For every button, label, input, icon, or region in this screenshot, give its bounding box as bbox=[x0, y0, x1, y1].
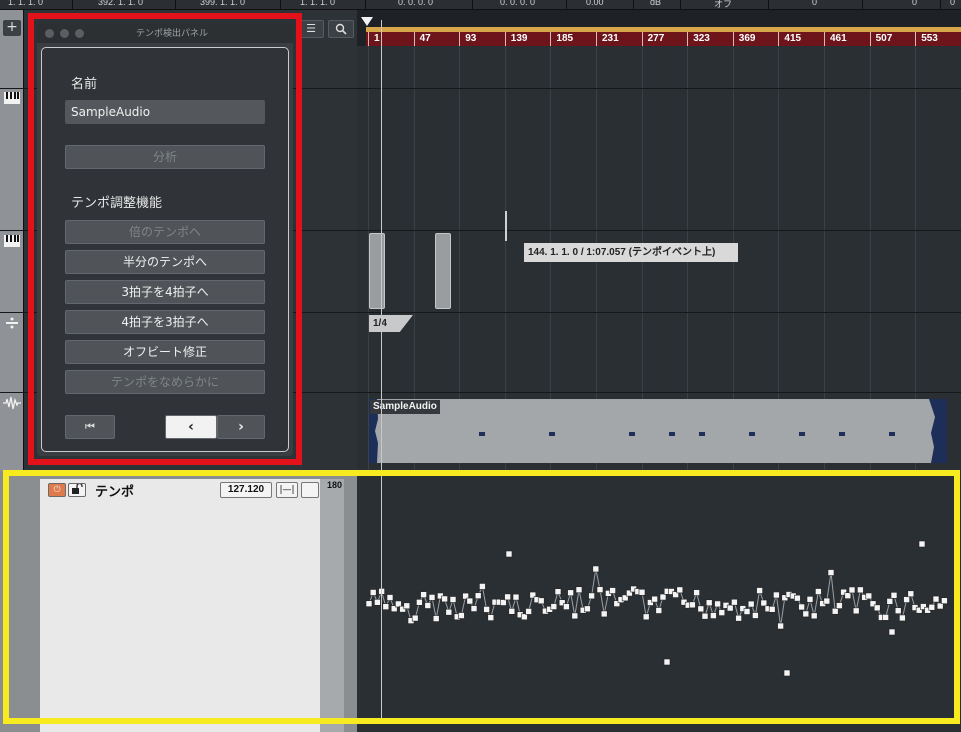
midi-event[interactable] bbox=[435, 233, 451, 309]
midi-event[interactable] bbox=[369, 233, 385, 309]
transport-value: 0. 0. 0. 0 bbox=[398, 0, 434, 7]
search-button[interactable] bbox=[328, 20, 354, 38]
transport-separator bbox=[940, 0, 941, 9]
transport-value: 0 bbox=[950, 0, 956, 7]
waveform-icon bbox=[3, 396, 21, 412]
ruler-bar-number: 47 bbox=[413, 32, 431, 46]
ruler-bar-number: 185 bbox=[550, 32, 573, 46]
transport-separator bbox=[72, 0, 73, 9]
ruler-bar-number: 1 bbox=[368, 32, 380, 46]
transport-value: 392. 1. 1. 0 bbox=[98, 0, 144, 7]
lane-divider bbox=[357, 312, 961, 313]
transport-strip: 1. 1. 1. 0 392. 1. 1. 0 399. 1. 1. 0 1. 1. … bbox=[0, 0, 961, 10]
transport-separator bbox=[472, 0, 473, 9]
audio-waveform bbox=[369, 399, 947, 463]
timeline-ruler[interactable]: 1479313918523127732336941546150755359 bbox=[366, 27, 961, 46]
ruler-bar-number: 461 bbox=[824, 32, 847, 46]
ruler-bar-number: 139 bbox=[504, 32, 527, 46]
signature-track-icon bbox=[3, 316, 21, 332]
piano-keys-icon bbox=[3, 92, 21, 108]
transport-value: 0 bbox=[812, 0, 818, 7]
transport-value: 0 bbox=[912, 0, 918, 7]
search-icon bbox=[335, 23, 347, 35]
lane-divider bbox=[357, 88, 961, 89]
transport-separator bbox=[175, 0, 176, 9]
ruler-bar-number: 553 bbox=[915, 32, 938, 46]
lane-divider bbox=[357, 230, 961, 231]
piano-keys-icon bbox=[3, 235, 21, 251]
panel-highlight-frame bbox=[28, 13, 302, 465]
ruler-bar-number: 369 bbox=[732, 32, 755, 46]
transport-separator bbox=[633, 0, 634, 9]
transport-separator bbox=[566, 0, 567, 9]
add-track-button[interactable]: + bbox=[3, 20, 21, 36]
transport-separator bbox=[365, 0, 366, 9]
plus-icon: + bbox=[6, 19, 18, 35]
tempo-cursor-marker bbox=[505, 211, 507, 241]
lane-divider bbox=[357, 392, 961, 393]
transport-value: dB bbox=[650, 0, 662, 7]
list-icon: ☰ bbox=[306, 22, 316, 35]
transport-value: 1. 1. 1. 0 bbox=[8, 0, 44, 7]
transport-separator bbox=[680, 0, 681, 9]
left-locator-icon[interactable] bbox=[361, 17, 373, 27]
transport-value: オフ bbox=[714, 0, 733, 9]
transport-separator bbox=[768, 0, 769, 9]
ruler-bar-number: 231 bbox=[596, 32, 619, 46]
tempo-track-highlight-frame bbox=[3, 470, 960, 724]
audio-event[interactable] bbox=[369, 399, 947, 463]
ruler-bar-number: 415 bbox=[778, 32, 801, 46]
position-tooltip: 144. 1. 1. 0 / 1:07.057 (テンポイベント上) bbox=[524, 243, 738, 262]
ruler-bar-number: 93 bbox=[459, 32, 476, 46]
ruler-bar-number: 323 bbox=[687, 32, 710, 46]
transport-separator bbox=[280, 0, 281, 9]
ruler-bar-number: 277 bbox=[641, 32, 664, 46]
transport-value: 0. 0. 0. 0 bbox=[500, 0, 536, 7]
transport-value: 1. 1. 1. 0 bbox=[300, 0, 336, 7]
transport-value: 399. 1. 1. 0 bbox=[200, 0, 246, 7]
transport-separator bbox=[862, 0, 863, 9]
ruler-bar-number: 507 bbox=[869, 32, 892, 46]
transport-value: 0.00 bbox=[586, 0, 604, 7]
